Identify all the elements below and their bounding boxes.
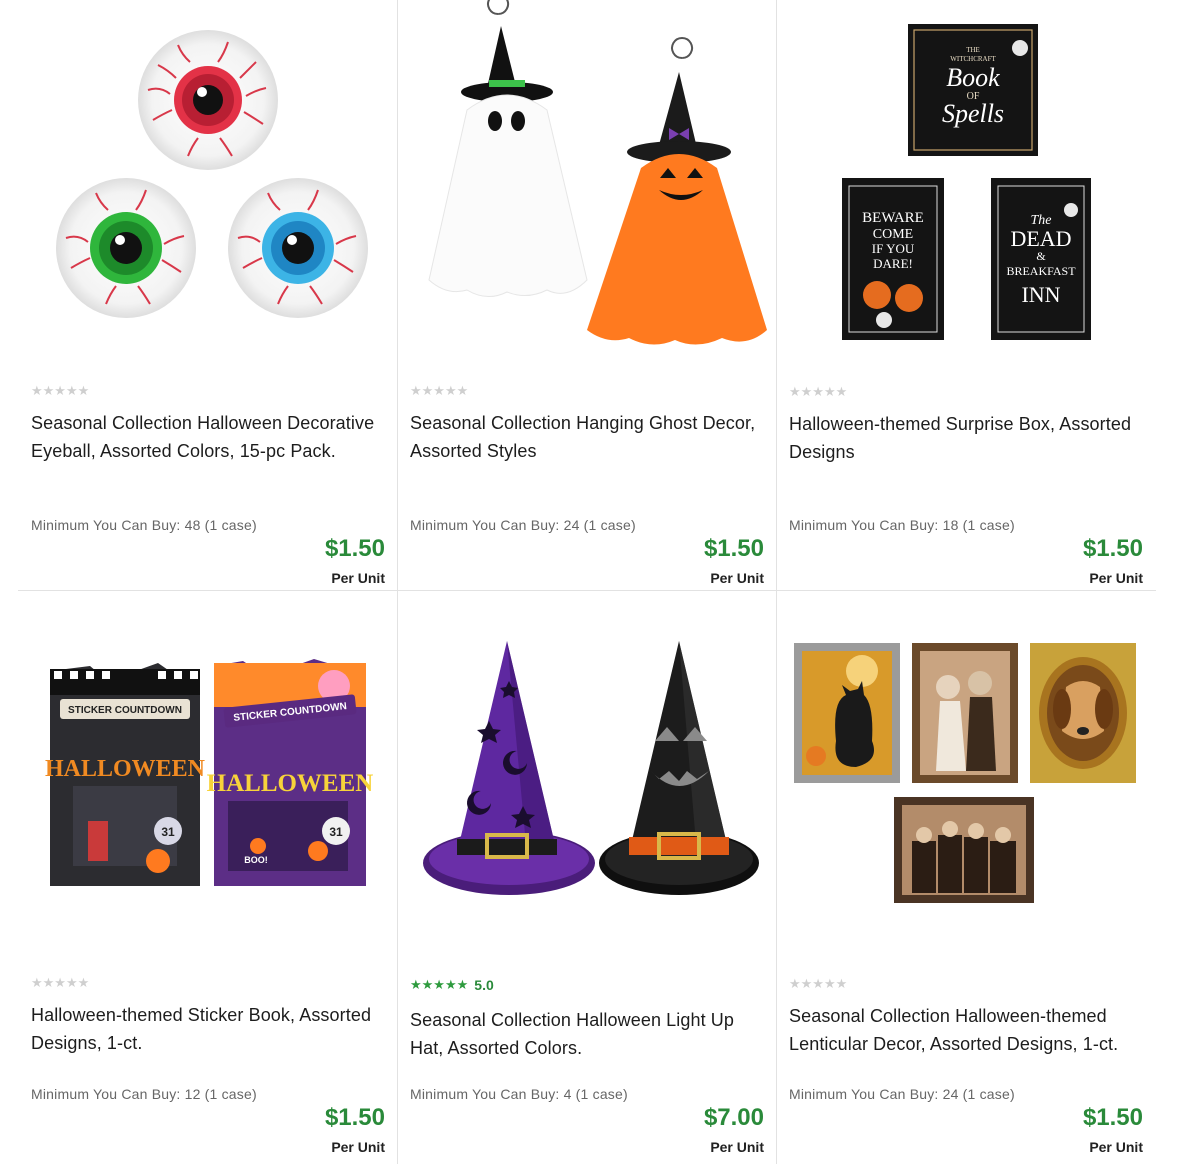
product-title[interactable]: Seasonal Collection Hanging Ghost Decor,… [410,409,760,465]
rating-stars: ★★★★★ [789,384,847,400]
product-card[interactable]: ★★★★★ Seasonal Collection Hanging Ghost … [397,0,776,590]
product-title[interactable]: Seasonal Collection Halloween Light Up H… [410,1006,760,1062]
rating-stars: ★★★★★ [31,383,89,399]
box-text: THE [966,46,980,54]
star-icons: ★★★★★ [789,976,848,991]
per-unit-label: Per Unit [1089,570,1143,586]
box-text: Spells [942,99,1004,128]
product-price: $1.50 [703,535,764,562]
rating-stars: ★★★★★ [31,975,89,991]
product-title[interactable]: Seasonal Collection Halloween-themed Len… [789,1002,1139,1058]
product-card[interactable]: ★★★★★ Seasonal Collection Halloween Deco… [18,0,397,590]
box-text: Book [946,63,1000,92]
star-icons: ★★★★★ [789,384,848,399]
per-unit-label: Per Unit [331,570,385,586]
surprise-box-illustration: THE WITCHCRAFT Book OF Spells BEWARE COM… [842,24,1091,340]
box-text: DEAD [1010,226,1071,251]
product-title[interactable]: Halloween-themed Surprise Box, Assorted … [789,410,1139,466]
minimum-quantity: Minimum You Can Buy: 24 (1 case) [789,1086,1015,1102]
lenticular-frames-image[interactable] [776,591,1155,951]
witch-hat-illustration [423,641,759,895]
product-grid: ★★★★★ Seasonal Collection Halloween Deco… [18,0,1156,1164]
product-card[interactable]: STICKER COUNTDOWN HALLOWEEN 31 STICKER C… [18,591,397,1164]
box-text: IF YOU [872,241,915,256]
star-icons: ★★★★★ [31,383,90,398]
book-text: 31 [329,825,343,839]
witch-hat-image[interactable] [397,591,776,951]
minimum-quantity: Minimum You Can Buy: 12 (1 case) [31,1086,257,1102]
ghost-image[interactable] [397,0,776,360]
product-price: $7.00 [703,1104,764,1131]
star-icons: ★★★★★ [410,383,469,398]
minimum-quantity: Minimum You Can Buy: 4 (1 case) [410,1086,628,1102]
eyeball-illustration [56,30,368,318]
rating-stars: ★★★★★ [789,976,847,992]
product-card[interactable]: THE WITCHCRAFT Book OF Spells BEWARE COM… [776,0,1155,590]
book-text: HALLOWEEN [207,770,374,797]
product-price: $1.50 [324,1104,385,1131]
rating-value: 5.0 [474,977,494,993]
box-text: BEWARE [862,210,924,226]
box-text: DARE! [873,256,913,271]
rating-stars: ★★★★★ 5.0 [410,977,494,993]
product-title[interactable]: Halloween-themed Sticker Book, Assorted … [31,1001,381,1057]
sticker-book-illustration: STICKER COUNTDOWN HALLOWEEN 31 STICKER C… [45,659,374,886]
surprise-box-image[interactable]: THE WITCHCRAFT Book OF Spells BEWARE COM… [776,0,1155,360]
rating-stars: ★★★★★ [410,383,468,399]
minimum-quantity: Minimum You Can Buy: 48 (1 case) [31,517,257,533]
box-text: COME [873,227,913,242]
book-text: STICKER COUNTDOWN [68,705,182,716]
product-title[interactable]: Seasonal Collection Halloween Decorative… [31,409,381,465]
minimum-quantity: Minimum You Can Buy: 18 (1 case) [789,517,1015,533]
book-text: 31 [161,825,175,839]
star-icons: ★★★★★ [31,975,90,990]
product-price: $1.50 [1082,1104,1143,1131]
box-text: WITCHCRAFT [950,55,996,63]
product-price: $1.50 [324,535,385,562]
box-text: INN [1021,282,1060,307]
ghost-illustration [428,0,767,345]
sticker-book-image[interactable]: STICKER COUNTDOWN HALLOWEEN 31 STICKER C… [18,591,397,951]
book-text: BOO! [244,855,268,865]
star-icons: ★★★★★ [410,977,469,992]
per-unit-label: Per Unit [1089,1139,1143,1155]
box-text: & [1036,249,1046,263]
lenticular-frames-illustration [794,643,1136,903]
per-unit-label: Per Unit [710,570,764,586]
product-card[interactable]: ★★★★★ Seasonal Collection Halloween-them… [776,591,1155,1164]
eyeball-image[interactable] [18,10,397,370]
product-price: $1.50 [1082,535,1143,562]
book-text: HALLOWEEN [45,756,206,782]
box-text: BREAKFAST [1006,264,1076,278]
per-unit-label: Per Unit [710,1139,764,1155]
product-card[interactable]: ★★★★★ 5.0 Seasonal Collection Halloween … [397,591,776,1164]
per-unit-label: Per Unit [331,1139,385,1155]
minimum-quantity: Minimum You Can Buy: 24 (1 case) [410,517,636,533]
